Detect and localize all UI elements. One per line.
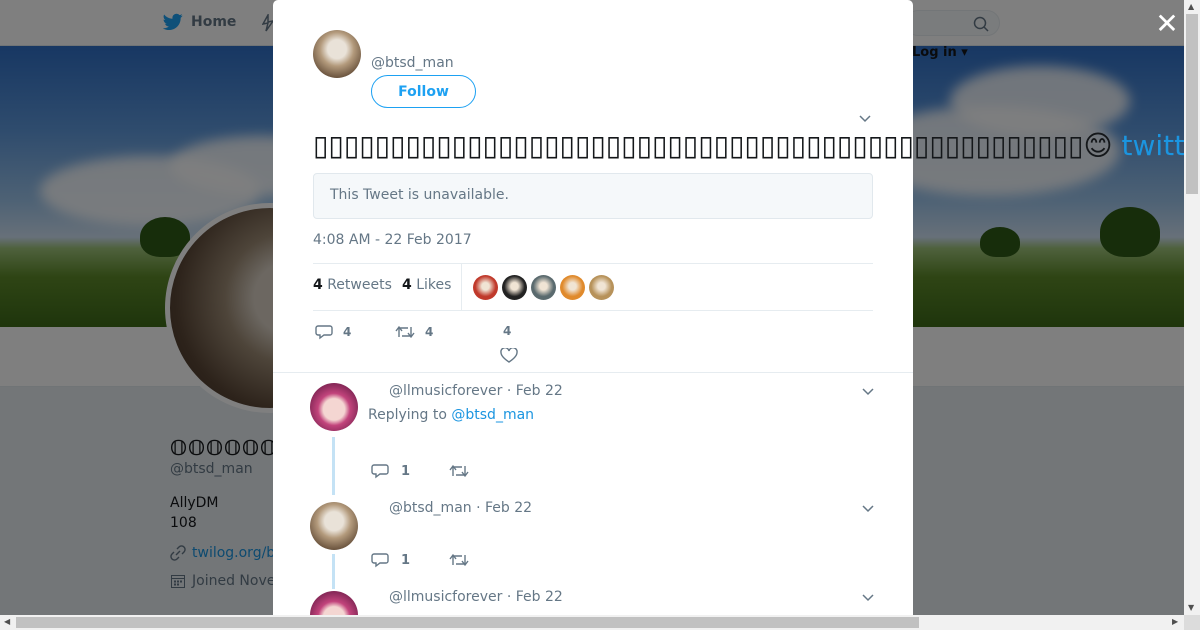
reply-handle[interactable]: @btsd_man xyxy=(389,500,472,516)
scroll-down-arrow[interactable]: ▼ xyxy=(1188,603,1194,612)
tweet-stats: 4 Retweets 4 Likes xyxy=(313,263,873,311)
chevron-down-icon[interactable] xyxy=(861,387,875,397)
scroll-right-arrow[interactable]: ▶ xyxy=(1172,617,1178,626)
scroll-up-arrow[interactable]: ▲ xyxy=(1188,2,1194,11)
retweets-stat[interactable]: 4 Retweets xyxy=(313,277,392,293)
vertical-scrollbar[interactable]: ▲ ▼ xyxy=(1184,0,1200,615)
reply-avatar[interactable] xyxy=(310,502,358,550)
tweet-text-body: ▯▯▯▯▯▯▯▯▯▯▯▯▯▯▯▯▯▯▯▯▯▯▯▯▯▯▯▯▯▯▯▯▯▯▯▯▯▯▯▯… xyxy=(313,129,1084,162)
horizontal-scrollbar[interactable]: ◀ ▶ xyxy=(0,615,1184,630)
chevron-down-icon[interactable] xyxy=(861,593,875,603)
reply-count: 1 xyxy=(401,463,411,479)
author-handle[interactable]: @btsd_man xyxy=(371,55,454,71)
unavailable-quoted-tweet: This Tweet is unavailable. xyxy=(313,173,873,219)
tweet-timestamp[interactable]: 4:08 AM - 22 Feb 2017 xyxy=(313,232,472,248)
retweet-icon[interactable] xyxy=(449,463,469,479)
scroll-left-arrow[interactable]: ◀ xyxy=(4,617,10,626)
reply-avatar[interactable] xyxy=(310,383,358,431)
scrollbar-corner xyxy=(1184,615,1200,630)
reply-handle[interactable]: @llmusicforever xyxy=(389,589,502,605)
like-count-action[interactable]: 4 xyxy=(503,324,511,338)
likes-label: Likes xyxy=(416,277,452,293)
like-count: 4 xyxy=(503,324,512,338)
liker-avatar[interactable] xyxy=(502,275,527,300)
reply-header: @llmusicforever · Feb 22 xyxy=(389,383,563,399)
reply-action[interactable]: 1 xyxy=(371,463,410,479)
retweet-icon[interactable] xyxy=(449,552,469,568)
retweet-icon xyxy=(395,325,415,339)
replying-prefix: Replying to xyxy=(368,407,447,423)
reply-icon xyxy=(315,325,333,340)
retweets-label: Retweets xyxy=(327,277,392,293)
retweet-action[interactable]: 4 xyxy=(395,324,433,340)
tweet-actions: 4 4 4 xyxy=(313,322,873,364)
reply-action[interactable]: 4 xyxy=(315,324,351,340)
reply-date[interactable]: Feb 22 xyxy=(516,383,563,399)
reply-date[interactable]: Feb 22 xyxy=(485,500,532,516)
reply-tweet[interactable]: @llmusicforever · Feb 22 xyxy=(273,589,913,615)
reply-header: @btsd_man · Feb 22 xyxy=(389,500,533,516)
horizontal-scroll-thumb[interactable] xyxy=(16,617,919,628)
modal-separator xyxy=(273,372,913,373)
stats-divider xyxy=(461,264,462,310)
reply-action[interactable]: 1 xyxy=(371,552,410,568)
liker-avatar[interactable] xyxy=(531,275,556,300)
likes-stat[interactable]: 4 Likes xyxy=(402,277,451,293)
tweet-emoji: 😊 xyxy=(1083,129,1113,162)
reply-handle[interactable]: @llmusicforever xyxy=(389,383,502,399)
thread-line xyxy=(332,437,335,495)
chevron-down-icon[interactable] xyxy=(861,504,875,514)
chevron-down-icon[interactable] xyxy=(858,114,872,124)
liker-avatar[interactable] xyxy=(560,275,585,300)
tweet-text: ▯▯▯▯▯▯▯▯▯▯▯▯▯▯▯▯▯▯▯▯▯▯▯▯▯▯▯▯▯▯▯▯▯▯▯▯▯▯▯▯… xyxy=(313,124,1200,168)
vertical-scroll-thumb[interactable] xyxy=(1186,14,1198,194)
tweet-modal: @btsd_man Follow ▯▯▯▯▯▯▯▯▯▯▯▯▯▯▯▯▯▯▯▯▯▯▯… xyxy=(273,0,1200,615)
reply-count: 4 xyxy=(343,325,352,339)
follow-button[interactable]: Follow xyxy=(371,75,476,108)
replying-to: Replying to @btsd_man xyxy=(368,407,534,423)
replying-mention[interactable]: @btsd_man xyxy=(451,407,534,423)
reply-avatar[interactable] xyxy=(310,591,358,615)
close-modal-button[interactable]: ✕ xyxy=(1153,10,1181,38)
liker-avatar[interactable] xyxy=(473,275,498,300)
reply-icon xyxy=(371,553,389,568)
retweets-count: 4 xyxy=(313,277,323,293)
reply-date[interactable]: Feb 22 xyxy=(516,589,563,605)
reply-header: @llmusicforever · Feb 22 xyxy=(389,589,563,605)
author-avatar[interactable] xyxy=(313,30,361,78)
retweet-count: 4 xyxy=(425,325,434,339)
thread-line xyxy=(332,554,335,589)
liker-avatar[interactable] xyxy=(589,275,614,300)
heart-icon[interactable] xyxy=(500,348,518,364)
reply-count: 1 xyxy=(401,552,411,568)
likes-count: 4 xyxy=(402,277,412,293)
reply-icon xyxy=(371,464,389,479)
